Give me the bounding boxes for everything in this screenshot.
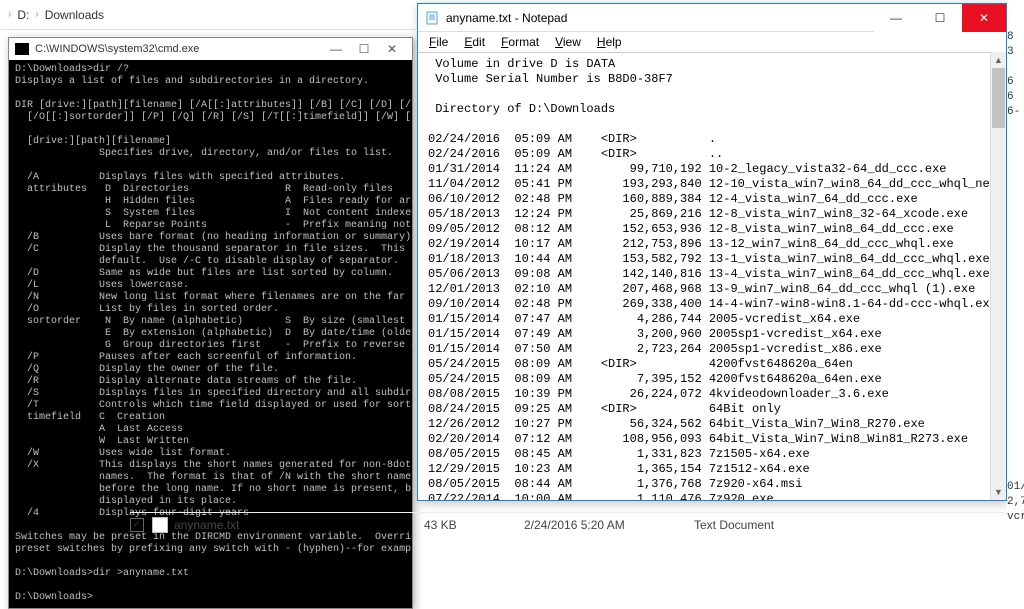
- file-date: 2/24/2016 5:20 AM: [524, 518, 694, 532]
- text-file-icon: [152, 517, 168, 533]
- background-window-sliver: 8 3 6 6 6- 01/15 2,723,2 vcredis: [1007, 0, 1024, 538]
- close-button[interactable]: ✕: [378, 42, 406, 56]
- cmd-title: C:\WINDOWS\system32\cmd.exe: [35, 43, 199, 55]
- file-size: 43 KB: [424, 518, 524, 532]
- scroll-thumb[interactable]: [992, 68, 1005, 128]
- notepad-text-area[interactable]: Volume in drive D is DATA Volume Serial …: [418, 52, 1006, 500]
- file-type: Text Document: [694, 518, 834, 532]
- notepad-icon: [424, 10, 440, 26]
- breadcrumb-drive[interactable]: D:: [17, 8, 29, 22]
- notepad-menubar: File Edit Format View Help: [418, 32, 1006, 52]
- maximize-button[interactable]: ☐: [918, 4, 962, 32]
- file-row[interactable]: ✓ anyname.txt 43 KB 2/24/2016 5:20 AM Te…: [130, 512, 1024, 534]
- cmd-icon: [15, 43, 29, 55]
- menu-view[interactable]: View: [548, 34, 588, 50]
- scroll-down-icon[interactable]: ▼: [991, 484, 1006, 500]
- maximize-button[interactable]: ☐: [350, 42, 378, 56]
- checkbox[interactable]: ✓: [130, 518, 144, 532]
- explorer-breadcrumb[interactable]: › D: › Downloads: [0, 0, 415, 30]
- cmd-titlebar[interactable]: C:\WINDOWS\system32\cmd.exe — ☐ ✕: [9, 38, 412, 60]
- chevron-right-icon: ›: [8, 9, 11, 20]
- chevron-right-icon: ›: [35, 9, 38, 20]
- menu-edit[interactable]: Edit: [457, 34, 492, 50]
- minimize-button[interactable]: —: [322, 42, 350, 56]
- menu-help[interactable]: Help: [590, 34, 629, 50]
- menu-format[interactable]: Format: [494, 34, 546, 50]
- scroll-up-icon[interactable]: ▲: [991, 52, 1006, 68]
- breadcrumb-folder[interactable]: Downloads: [45, 8, 104, 22]
- notepad-window: anyname.txt - Notepad — ☐ ✕ File Edit Fo…: [417, 3, 1007, 501]
- close-button[interactable]: ✕: [962, 4, 1006, 32]
- menu-file[interactable]: File: [422, 34, 455, 50]
- file-name: anyname.txt: [174, 518, 424, 532]
- scrollbar-vertical[interactable]: ▲ ▼: [990, 52, 1006, 500]
- notepad-title: anyname.txt - Notepad: [446, 11, 874, 25]
- minimize-button[interactable]: —: [874, 4, 918, 32]
- notepad-titlebar[interactable]: anyname.txt - Notepad — ☐ ✕: [418, 4, 1006, 32]
